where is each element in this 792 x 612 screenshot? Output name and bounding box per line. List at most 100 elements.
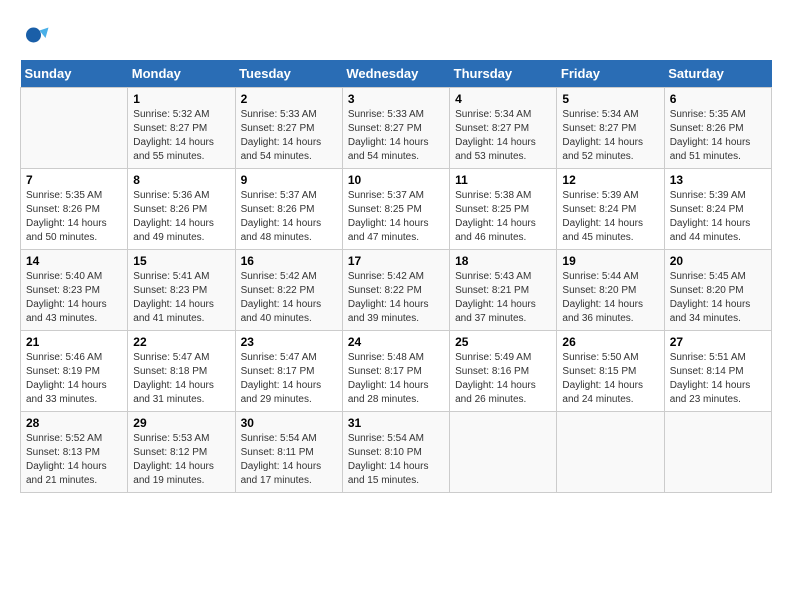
day-number: 26	[562, 335, 658, 349]
calendar-cell: 8 Sunrise: 5:36 AM Sunset: 8:26 PM Daylig…	[128, 169, 235, 250]
calendar-cell: 18 Sunrise: 5:43 AM Sunset: 8:21 PM Dayli…	[450, 250, 557, 331]
calendar-cell: 20 Sunrise: 5:45 AM Sunset: 8:20 PM Dayli…	[664, 250, 771, 331]
day-info: Sunrise: 5:54 AM Sunset: 8:11 PM Dayligh…	[241, 432, 337, 488]
calendar-cell: 1 Sunrise: 5:32 AM Sunset: 8:27 PM Daylig…	[128, 88, 235, 169]
calendar-cell: 17 Sunrise: 5:42 AM Sunset: 8:22 PM Dayli…	[342, 250, 449, 331]
day-number: 13	[670, 173, 766, 187]
day-info: Sunrise: 5:42 AM Sunset: 8:22 PM Dayligh…	[241, 270, 337, 326]
day-info: Sunrise: 5:48 AM Sunset: 8:17 PM Dayligh…	[348, 351, 444, 407]
calendar-cell: 14 Sunrise: 5:40 AM Sunset: 8:23 PM Dayli…	[21, 250, 128, 331]
day-number: 11	[455, 173, 551, 187]
day-info: Sunrise: 5:33 AM Sunset: 8:27 PM Dayligh…	[241, 108, 337, 164]
day-number: 3	[348, 92, 444, 106]
header-wednesday: Wednesday	[342, 60, 449, 88]
day-info: Sunrise: 5:42 AM Sunset: 8:22 PM Dayligh…	[348, 270, 444, 326]
day-number: 14	[26, 254, 122, 268]
day-number: 24	[348, 335, 444, 349]
day-number: 6	[670, 92, 766, 106]
calendar-cell: 6 Sunrise: 5:35 AM Sunset: 8:26 PM Daylig…	[664, 88, 771, 169]
header-friday: Friday	[557, 60, 664, 88]
calendar-cell: 24 Sunrise: 5:48 AM Sunset: 8:17 PM Dayli…	[342, 331, 449, 412]
day-number: 4	[455, 92, 551, 106]
day-info: Sunrise: 5:43 AM Sunset: 8:21 PM Dayligh…	[455, 270, 551, 326]
day-number: 20	[670, 254, 766, 268]
day-info: Sunrise: 5:37 AM Sunset: 8:25 PM Dayligh…	[348, 189, 444, 245]
day-number: 18	[455, 254, 551, 268]
day-info: Sunrise: 5:53 AM Sunset: 8:12 PM Dayligh…	[133, 432, 229, 488]
header-sunday: Sunday	[21, 60, 128, 88]
day-number: 28	[26, 416, 122, 430]
day-info: Sunrise: 5:36 AM Sunset: 8:26 PM Dayligh…	[133, 189, 229, 245]
header-tuesday: Tuesday	[235, 60, 342, 88]
calendar-cell	[21, 88, 128, 169]
day-info: Sunrise: 5:34 AM Sunset: 8:27 PM Dayligh…	[562, 108, 658, 164]
day-info: Sunrise: 5:46 AM Sunset: 8:19 PM Dayligh…	[26, 351, 122, 407]
day-number: 30	[241, 416, 337, 430]
day-number: 29	[133, 416, 229, 430]
calendar-cell: 16 Sunrise: 5:42 AM Sunset: 8:22 PM Dayli…	[235, 250, 342, 331]
calendar-cell: 10 Sunrise: 5:37 AM Sunset: 8:25 PM Dayli…	[342, 169, 449, 250]
day-info: Sunrise: 5:50 AM Sunset: 8:15 PM Dayligh…	[562, 351, 658, 407]
calendar-cell: 27Sunrise: 5:51 AM Sunset: 8:14 PM Dayli…	[664, 331, 771, 412]
calendar-cell: 21 Sunrise: 5:46 AM Sunset: 8:19 PM Dayli…	[21, 331, 128, 412]
day-info: Sunrise: 5:34 AM Sunset: 8:27 PM Dayligh…	[455, 108, 551, 164]
day-info: Sunrise: 5:35 AM Sunset: 8:26 PM Dayligh…	[670, 108, 766, 164]
day-number: 17	[348, 254, 444, 268]
day-number: 2	[241, 92, 337, 106]
day-number: 21	[26, 335, 122, 349]
day-info: Sunrise: 5:44 AM Sunset: 8:20 PM Dayligh…	[562, 270, 658, 326]
day-info: Sunrise: 5:47 AM Sunset: 8:18 PM Dayligh…	[133, 351, 229, 407]
calendar-cell: 28 Sunrise: 5:52 AM Sunset: 8:13 PM Dayli…	[21, 412, 128, 493]
day-number: 16	[241, 254, 337, 268]
day-number: 22	[133, 335, 229, 349]
day-info: Sunrise: 5:38 AM Sunset: 8:25 PM Dayligh…	[455, 189, 551, 245]
day-info: Sunrise: 5:32 AM Sunset: 8:27 PM Dayligh…	[133, 108, 229, 164]
calendar-cell: 4 Sunrise: 5:34 AM Sunset: 8:27 PM Daylig…	[450, 88, 557, 169]
logo-icon	[20, 20, 50, 50]
calendar-week-row: 21 Sunrise: 5:46 AM Sunset: 8:19 PM Dayli…	[21, 331, 772, 412]
day-info: Sunrise: 5:51 AM Sunset: 8:14 PM Dayligh…	[670, 351, 766, 407]
day-number: 15	[133, 254, 229, 268]
day-info: Sunrise: 5:47 AM Sunset: 8:17 PM Dayligh…	[241, 351, 337, 407]
day-info: Sunrise: 5:35 AM Sunset: 8:26 PM Dayligh…	[26, 189, 122, 245]
day-info: Sunrise: 5:52 AM Sunset: 8:13 PM Dayligh…	[26, 432, 122, 488]
day-number: 1	[133, 92, 229, 106]
logo	[20, 20, 54, 50]
header-saturday: Saturday	[664, 60, 771, 88]
calendar-cell: 30 Sunrise: 5:54 AM Sunset: 8:11 PM Dayli…	[235, 412, 342, 493]
day-number: 12	[562, 173, 658, 187]
day-number: 5	[562, 92, 658, 106]
calendar-cell: 5 Sunrise: 5:34 AM Sunset: 8:27 PM Daylig…	[557, 88, 664, 169]
calendar-week-row: 28 Sunrise: 5:52 AM Sunset: 8:13 PM Dayli…	[21, 412, 772, 493]
day-number: 31	[348, 416, 444, 430]
day-info: Sunrise: 5:45 AM Sunset: 8:20 PM Dayligh…	[670, 270, 766, 326]
day-info: Sunrise: 5:33 AM Sunset: 8:27 PM Dayligh…	[348, 108, 444, 164]
calendar-cell: 22 Sunrise: 5:47 AM Sunset: 8:18 PM Dayli…	[128, 331, 235, 412]
calendar-cell	[664, 412, 771, 493]
day-info: Sunrise: 5:54 AM Sunset: 8:10 PM Dayligh…	[348, 432, 444, 488]
calendar-table: SundayMondayTuesdayWednesdayThursdayFrid…	[20, 60, 772, 493]
calendar-cell: 31 Sunrise: 5:54 AM Sunset: 8:10 PM Dayli…	[342, 412, 449, 493]
day-info: Sunrise: 5:39 AM Sunset: 8:24 PM Dayligh…	[670, 189, 766, 245]
day-info: Sunrise: 5:40 AM Sunset: 8:23 PM Dayligh…	[26, 270, 122, 326]
day-number: 19	[562, 254, 658, 268]
calendar-cell	[450, 412, 557, 493]
day-info: Sunrise: 5:41 AM Sunset: 8:23 PM Dayligh…	[133, 270, 229, 326]
day-number: 9	[241, 173, 337, 187]
calendar-header-row: SundayMondayTuesdayWednesdayThursdayFrid…	[21, 60, 772, 88]
day-number: 23	[241, 335, 337, 349]
calendar-cell: 19 Sunrise: 5:44 AM Sunset: 8:20 PM Dayli…	[557, 250, 664, 331]
calendar-cell: 12 Sunrise: 5:39 AM Sunset: 8:24 PM Dayli…	[557, 169, 664, 250]
calendar-cell: 15 Sunrise: 5:41 AM Sunset: 8:23 PM Dayli…	[128, 250, 235, 331]
calendar-cell: 7Sunrise: 5:35 AM Sunset: 8:26 PM Daylig…	[21, 169, 128, 250]
calendar-cell	[557, 412, 664, 493]
page-header	[20, 20, 772, 50]
calendar-week-row: 14 Sunrise: 5:40 AM Sunset: 8:23 PM Dayli…	[21, 250, 772, 331]
day-info: Sunrise: 5:39 AM Sunset: 8:24 PM Dayligh…	[562, 189, 658, 245]
calendar-cell: 23 Sunrise: 5:47 AM Sunset: 8:17 PM Dayli…	[235, 331, 342, 412]
calendar-cell: 9Sunrise: 5:37 AM Sunset: 8:26 PM Daylig…	[235, 169, 342, 250]
day-number: 10	[348, 173, 444, 187]
day-number: 8	[133, 173, 229, 187]
header-thursday: Thursday	[450, 60, 557, 88]
calendar-cell: 26 Sunrise: 5:50 AM Sunset: 8:15 PM Dayli…	[557, 331, 664, 412]
